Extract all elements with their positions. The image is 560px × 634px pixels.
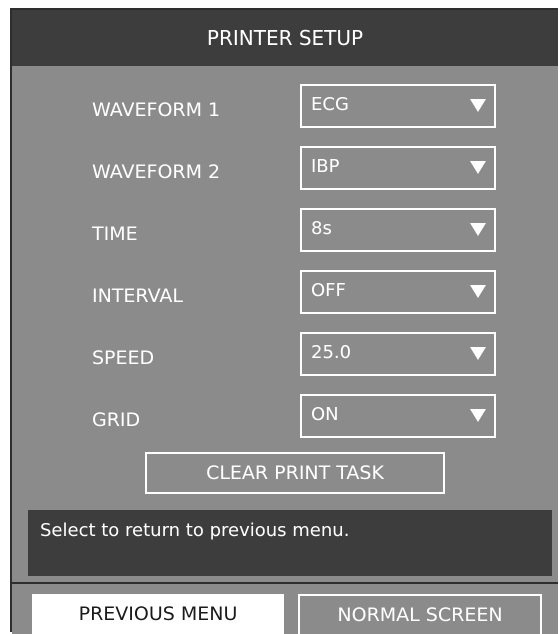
- grid-select[interactable]: ON: [300, 394, 496, 438]
- help-message-box: Select to return to previous menu.: [28, 510, 552, 576]
- speed-select[interactable]: 25.0: [300, 332, 496, 376]
- waveform-2-label: WAVEFORM 2: [92, 161, 221, 183]
- triangle-down-icon: [470, 347, 486, 360]
- interval-value: OFF: [311, 280, 346, 301]
- time-value: 8s: [311, 218, 332, 239]
- help-message-text: Select to return to previous menu.: [40, 520, 350, 541]
- bottom-navigation-bar: PREVIOUS MENU NORMAL SCREEN: [12, 582, 558, 634]
- waveform-1-label: WAVEFORM 1: [92, 99, 221, 121]
- time-label: TIME: [92, 223, 138, 245]
- speed-label: SPEED: [92, 347, 155, 369]
- previous-menu-button[interactable]: PREVIOUS MENU: [32, 594, 284, 634]
- dialog-title: PRINTER SETUP: [12, 10, 558, 66]
- triangle-down-icon: [470, 223, 486, 236]
- waveform-2-value: IBP: [311, 156, 340, 177]
- normal-screen-button[interactable]: NORMAL SCREEN: [298, 594, 542, 634]
- waveform-2-select[interactable]: IBP: [300, 146, 496, 190]
- waveform-1-value: ECG: [311, 94, 349, 115]
- waveform-1-select[interactable]: ECG: [300, 84, 496, 128]
- grid-label: GRID: [92, 409, 141, 431]
- grid-value: ON: [311, 404, 339, 425]
- triangle-down-icon: [470, 99, 486, 112]
- triangle-down-icon: [470, 285, 486, 298]
- printer-setup-dialog: PRINTER SETUP WAVEFORM 1 ECG WAVEFORM 2 …: [10, 8, 558, 634]
- triangle-down-icon: [470, 409, 486, 422]
- clear-print-task-button[interactable]: CLEAR PRINT TASK: [145, 452, 445, 494]
- interval-select[interactable]: OFF: [300, 270, 496, 314]
- speed-value: 25.0: [311, 342, 352, 363]
- triangle-down-icon: [470, 161, 486, 174]
- time-select[interactable]: 8s: [300, 208, 496, 252]
- interval-label: INTERVAL: [92, 285, 183, 307]
